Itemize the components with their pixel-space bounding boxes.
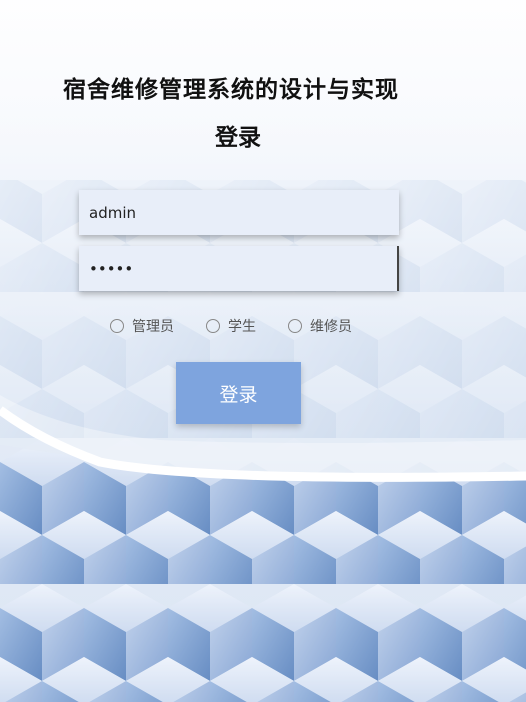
login-page: 宿舍维修管理系统的设计与实现 登录 管理员 学生 维修员 登录 [0, 0, 526, 702]
radio-icon[interactable] [110, 319, 124, 333]
role-radio-group: 管理员 学生 维修员 [110, 316, 352, 336]
role-option-repairman[interactable]: 维修员 [288, 316, 352, 336]
password-input[interactable] [79, 246, 399, 291]
username-input[interactable] [79, 190, 399, 235]
radio-icon[interactable] [206, 319, 220, 333]
role-option-admin[interactable]: 管理员 [110, 316, 174, 336]
login-heading: 登录 [215, 125, 261, 151]
role-option-student[interactable]: 学生 [206, 316, 256, 336]
role-label-student: 学生 [228, 319, 256, 335]
background-hexagon-pattern [0, 0, 526, 702]
login-button[interactable]: 登录 [176, 362, 301, 424]
role-label-admin: 管理员 [132, 319, 174, 335]
page-title: 宿舍维修管理系统的设计与实现 [63, 77, 399, 103]
role-label-repairman: 维修员 [310, 319, 352, 335]
radio-icon[interactable] [288, 319, 302, 333]
